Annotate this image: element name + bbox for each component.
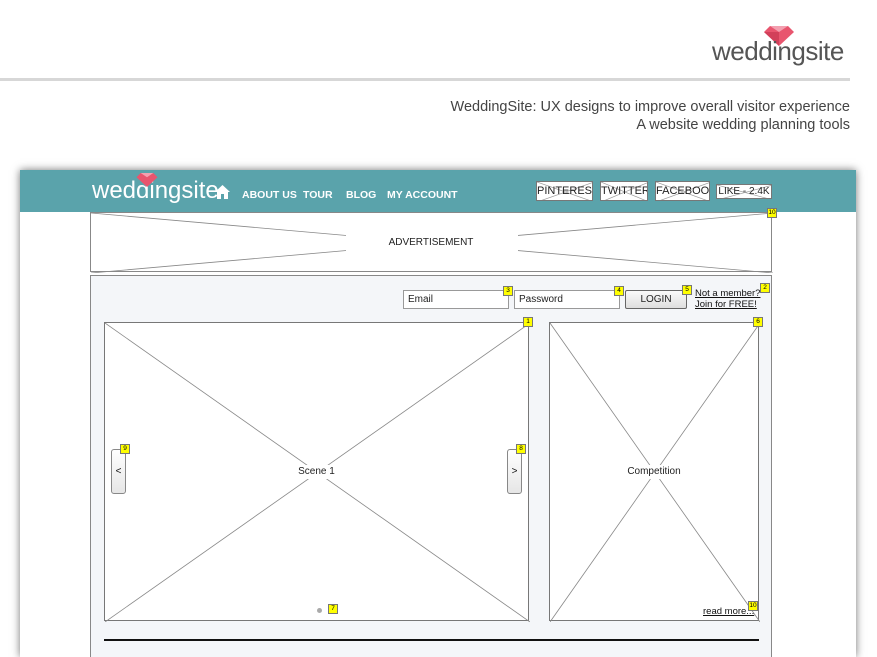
facebook-button[interactable]: FACEBOOK <box>655 181 710 201</box>
navbar: weddingsite ABOUT US TOUR BLOG MY ACCOUN… <box>20 170 856 212</box>
nav-my-account[interactable]: MY ACCOUNT <box>387 189 458 201</box>
nav-tour[interactable]: TOUR <box>303 189 333 201</box>
annotation-badge-10: 10 <box>748 601 758 611</box>
pinterest-label: PINTEREST <box>537 185 593 197</box>
slider-next-button[interactable]: > <box>507 449 522 494</box>
annotation-badge-3: 3 <box>503 286 513 296</box>
like-button[interactable]: LIKE - 2.4K <box>716 184 772 199</box>
password-field[interactable]: Password <box>514 290 620 309</box>
wireframe-frame: weddingsite ABOUT US TOUR BLOG MY ACCOUN… <box>20 170 856 657</box>
subtitle-line-2: A website wedding planning tools <box>636 117 850 133</box>
nav-about-us[interactable]: ABOUT US <box>242 189 297 201</box>
advertisement-label: ADVERTISEMENT <box>388 237 474 248</box>
annotation-badge-2: 2 <box>760 283 770 293</box>
annotation-badge-4: 4 <box>614 286 624 296</box>
annotation-badge-7: 7 <box>328 604 338 614</box>
slider-label: Scene 1 <box>298 466 335 477</box>
not-member-text: Not a member? <box>695 288 761 299</box>
header-divider <box>0 78 850 81</box>
site-logo[interactable]: weddingsite <box>92 173 219 205</box>
email-field[interactable]: Email <box>403 290 509 309</box>
image-slider[interactable]: Scene 1 <box>104 322 530 622</box>
slider-pagination-dot[interactable] <box>317 608 322 613</box>
facebook-label: FACEBOOK <box>656 185 710 197</box>
login-button[interactable]: LOGIN <box>625 290 687 309</box>
annotation-badge-9: 9 <box>120 444 130 454</box>
diamond-icon <box>136 173 158 187</box>
slide-subtitle: WeddingSite: UX designs to improve overa… <box>380 98 850 134</box>
subtitle-line-1: WeddingSite: UX designs to improve overa… <box>450 99 850 115</box>
brand-logo: weddingsite <box>712 26 852 66</box>
join-link[interactable]: Not a member? Join for FREE! <box>695 288 760 310</box>
content-divider <box>104 639 759 641</box>
slider-prev-button[interactable]: < <box>111 449 126 494</box>
annotation-badge-1: 1 <box>523 317 533 327</box>
join-free-text: Join for FREE! <box>695 299 757 310</box>
twitter-label: TWITTER <box>601 185 648 197</box>
home-icon[interactable] <box>215 185 230 199</box>
competition-label: Competition <box>627 466 681 477</box>
competition-panel[interactable]: Competition <box>549 322 760 622</box>
annotation-badge-6: 6 <box>753 317 763 327</box>
twitter-button[interactable]: TWITTER <box>600 181 648 201</box>
annotation-badge-10: 10 <box>767 208 777 218</box>
pinterest-button[interactable]: PINTEREST <box>536 181 593 201</box>
annotation-badge-8: 8 <box>516 444 526 454</box>
nav-blog[interactable]: BLOG <box>346 189 376 201</box>
brand-name: weddingsite <box>712 36 844 66</box>
like-label: LIKE - 2.4K <box>718 186 770 197</box>
annotation-badge-5: 5 <box>682 285 692 295</box>
read-more-link[interactable]: read more... <box>703 606 754 617</box>
advertisement-banner[interactable]: ADVERTISEMENT <box>90 212 774 274</box>
